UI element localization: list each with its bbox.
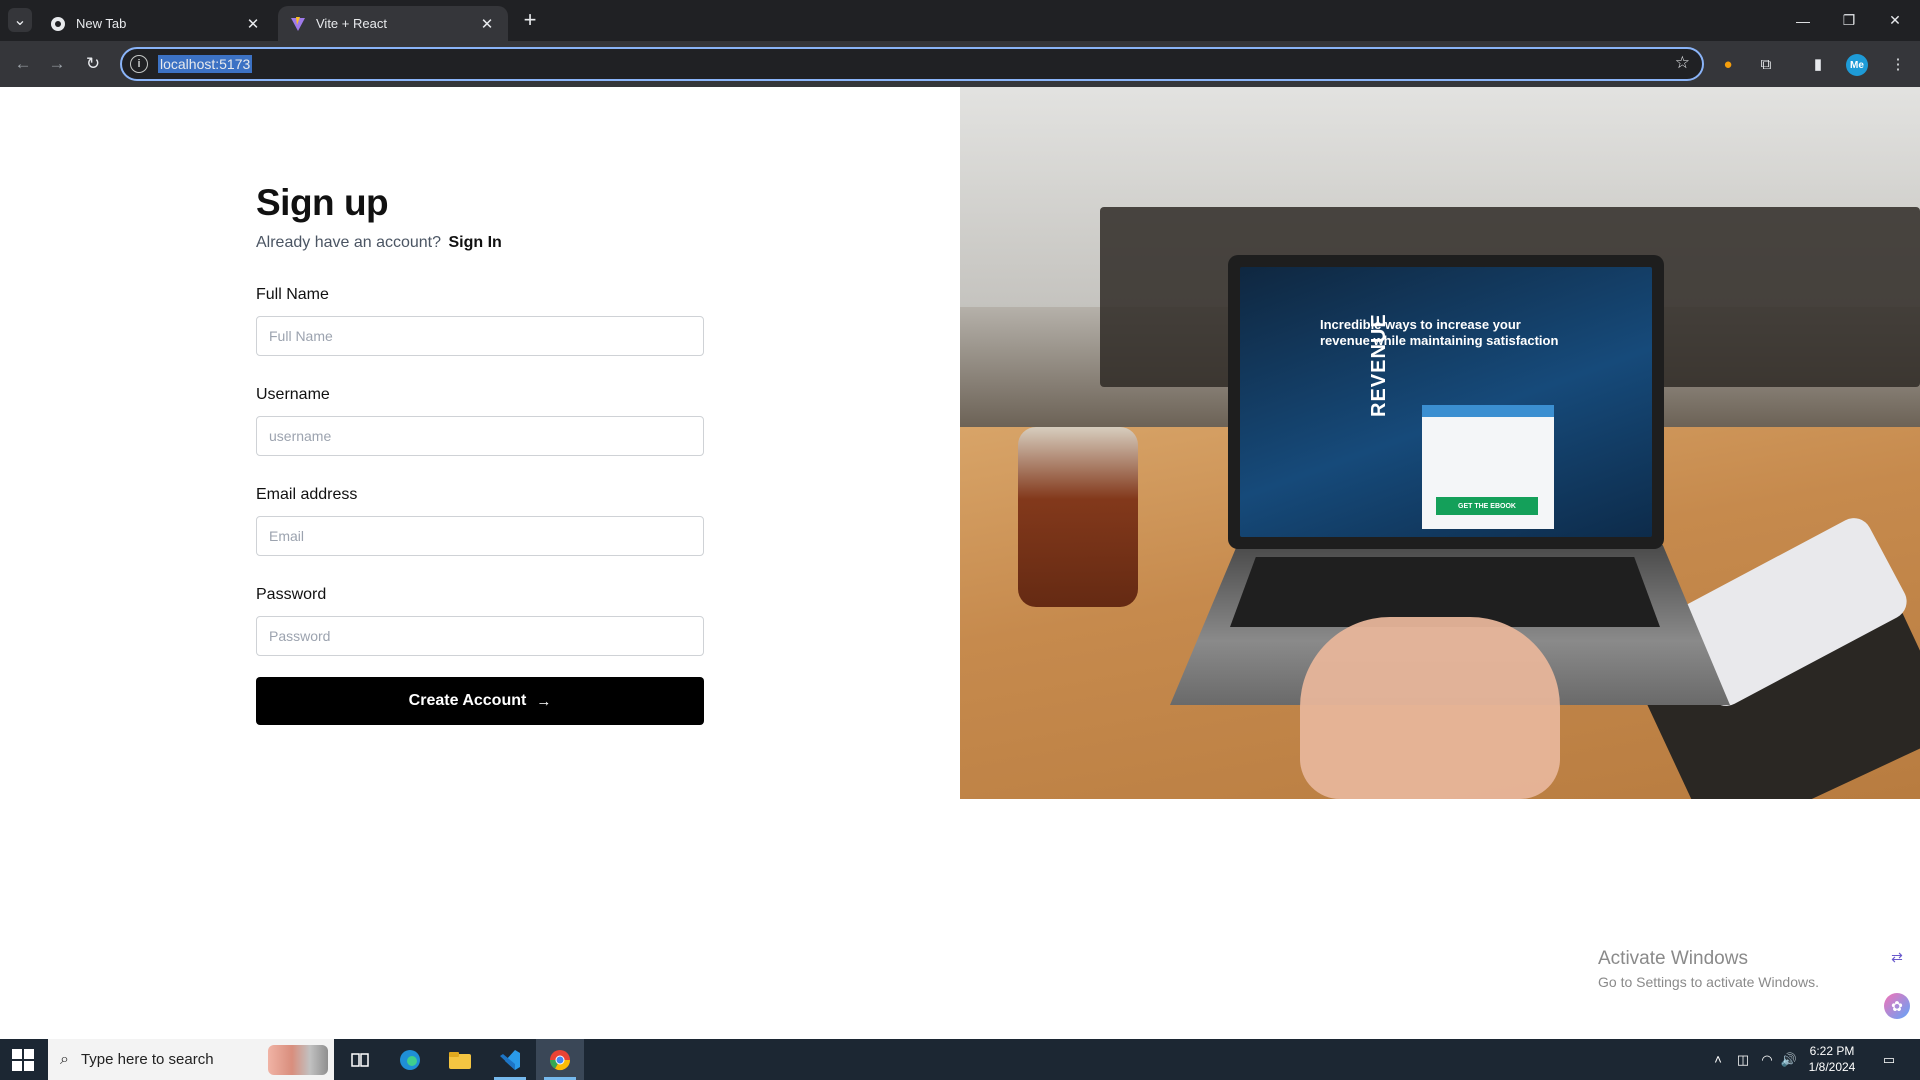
hero-screen-card: GET THE EBOOK <box>1422 405 1554 529</box>
username-input[interactable] <box>256 416 704 456</box>
forward-button[interactable]: → <box>42 49 72 79</box>
windows-taskbar: ⌕ Type here to search ˄ ◫ ◠ 🔊 6:22 PM 1/… <box>0 1039 1920 1080</box>
new-tab-button[interactable]: + <box>518 7 542 32</box>
network-icon[interactable]: ◠ <box>1756 1039 1778 1080</box>
windows-start-icon[interactable] <box>12 1049 34 1071</box>
chrome-icon <box>50 16 66 32</box>
chevron-up-icon[interactable]: ˄ <box>1708 1039 1728 1080</box>
tab-title: New Tab <box>76 16 127 31</box>
arrow-right-icon: → <box>536 692 552 710</box>
taskbar-search[interactable]: ⌕ Type here to search <box>48 1039 334 1080</box>
full-name-label: Full Name <box>256 286 329 303</box>
close-icon[interactable]: ✕ <box>244 15 262 33</box>
signup-form: Sign up Already have an account? Sign In… <box>256 182 704 725</box>
minimize-button[interactable]: — <box>1780 0 1826 41</box>
email-input[interactable] <box>256 516 704 556</box>
clock-time: 6:22 PM <box>1809 1044 1855 1058</box>
window-close-button[interactable]: ✕ <box>1872 0 1918 41</box>
create-account-label: Create Account <box>408 692 527 709</box>
username-field: Username <box>256 386 704 456</box>
vscode-icon[interactable] <box>486 1039 534 1080</box>
page-title: Sign up <box>256 182 389 223</box>
arrow-right-icon: → <box>48 54 66 73</box>
tab-vite-react[interactable]: Vite + React ✕ <box>278 6 508 41</box>
hero-jar <box>1018 427 1138 607</box>
address-bar[interactable]: i localhost:5173 ☆ <box>120 47 1704 81</box>
hero-screen-cta: GET THE EBOOK <box>1436 497 1538 515</box>
tab-search-button[interactable]: ⌄ <box>8 8 32 32</box>
watermark-line2: Go to Settings to activate Windows. <box>1598 974 1819 990</box>
puzzle-extensions-icon[interactable]: ⧉ <box>1754 52 1778 76</box>
email-field: Email address <box>256 486 704 556</box>
signin-prompt: Already have an account? Sign In <box>256 234 704 252</box>
reload-button[interactable]: ↻ <box>78 49 108 79</box>
create-account-button[interactable]: Create Account → <box>256 677 704 725</box>
search-highlight-art <box>268 1045 328 1075</box>
address-url[interactable]: localhost:5173 <box>158 55 253 73</box>
profile-avatar[interactable]: Me <box>1846 54 1868 76</box>
browser-toolbar: ← → ↻ i localhost:5173 ☆ ● ⧉ ▮ Me ⋮ <box>0 41 1920 87</box>
hero-image: Incredible ways to increase your revenue… <box>960 87 1920 799</box>
browser-tabstrip: ⌄ New Tab ✕ Vite + React ✕ + — ❐ ✕ <box>0 0 1920 41</box>
hero-laptop-screen: Incredible ways to increase your revenue… <box>1228 255 1664 549</box>
clock-date: 1/8/2024 <box>1808 1060 1856 1074</box>
taskbar-search-placeholder: Type here to search <box>80 1051 214 1068</box>
full-name-input[interactable] <box>256 316 704 356</box>
side-panel-icon[interactable]: ▮ <box>1806 52 1830 76</box>
watermark-line1: Activate Windows <box>1598 948 1748 969</box>
activate-windows-watermark: Activate Windows Go to Settings to activ… <box>1598 948 1819 990</box>
hero-screen-content: Incredible ways to increase your revenue… <box>1240 267 1652 537</box>
notification-icon[interactable]: ▭ <box>1874 1039 1904 1080</box>
vite-logo-icon <box>290 16 306 32</box>
chrome-taskbar-icon[interactable] <box>536 1039 584 1080</box>
reload-icon: ↻ <box>85 54 101 73</box>
page-content: Sign up Already have an account? Sign In… <box>0 87 1920 1039</box>
file-explorer-icon[interactable] <box>436 1039 484 1080</box>
extension-icon[interactable]: ● <box>1716 52 1740 76</box>
edge-browser-icon[interactable] <box>386 1039 434 1080</box>
hero-hand <box>1300 617 1560 799</box>
site-info-icon[interactable]: i <box>130 55 148 73</box>
tab-title: Vite + React <box>316 16 387 31</box>
username-label: Username <box>256 386 330 403</box>
password-field: Password <box>256 586 704 656</box>
chevron-down-icon: ⌄ <box>13 12 27 29</box>
email-label: Email address <box>256 486 358 503</box>
hero-screen-vertical-text: REVENUE <box>1368 313 1390 417</box>
restore-button[interactable]: ❐ <box>1826 0 1872 41</box>
bookmark-star-icon[interactable]: ☆ <box>1675 53 1690 73</box>
tab-new-tab[interactable]: New Tab ✕ <box>38 6 274 41</box>
taskbar-clock[interactable]: 6:22 PM 1/8/2024 <box>1792 1043 1872 1075</box>
back-button[interactable]: ← <box>8 49 38 79</box>
arrow-left-icon: ← <box>14 54 32 73</box>
signin-link[interactable]: Sign In <box>448 234 501 251</box>
task-view-icon[interactable] <box>336 1039 384 1080</box>
search-icon: ⌕ <box>60 1050 69 1068</box>
password-input[interactable] <box>256 616 704 656</box>
meet-now-icon[interactable]: ◫ <box>1732 1039 1754 1080</box>
signin-prompt-text: Already have an account? <box>256 234 442 251</box>
brain-icon[interactable]: ✿ <box>1884 993 1910 1019</box>
full-name-field: Full Name <box>256 286 704 356</box>
close-icon[interactable]: ✕ <box>478 15 496 33</box>
hero-screen-headline: Incredible ways to increase your revenue… <box>1320 317 1559 348</box>
kebab-menu-icon[interactable]: ⋮ <box>1886 52 1910 76</box>
translate-icon[interactable]: ⇄ <box>1884 944 1910 970</box>
password-label: Password <box>256 586 327 603</box>
